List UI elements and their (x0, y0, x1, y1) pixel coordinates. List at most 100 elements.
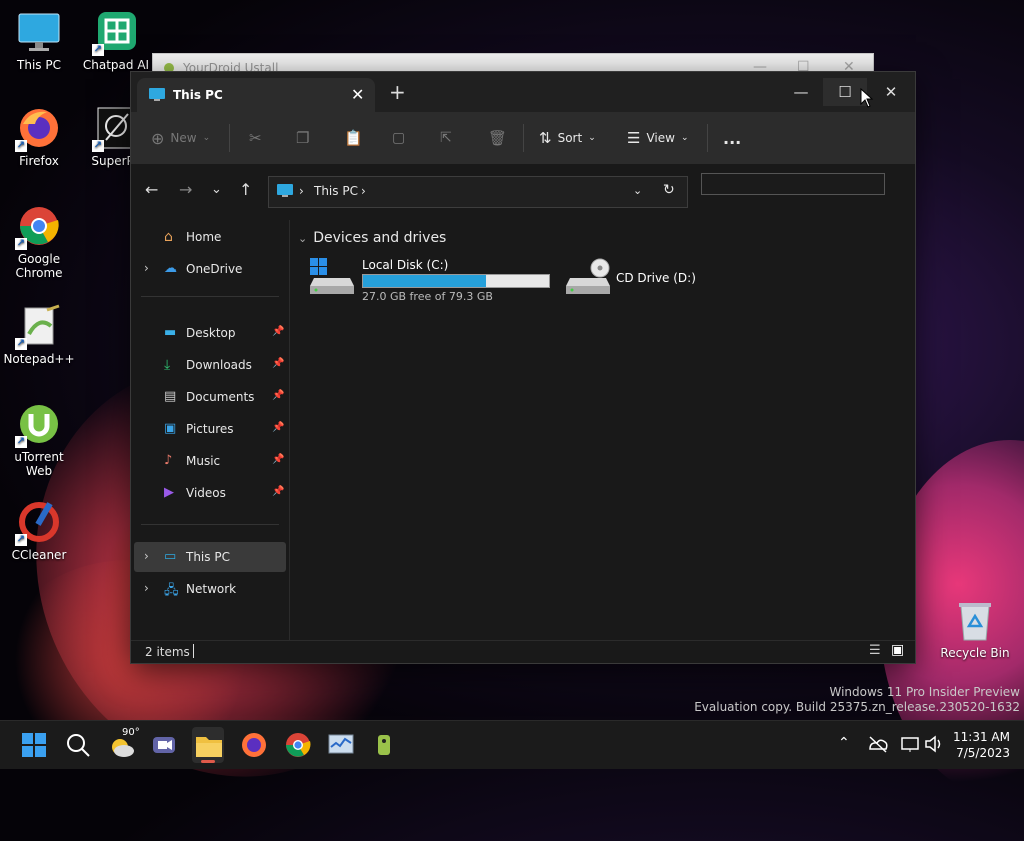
folder-icon (196, 737, 222, 757)
more-options-icon: ... (723, 128, 742, 148)
task-manager-icon[interactable] (327, 731, 355, 759)
desktop-icon-recycle-bin[interactable]: Recycle Bin (937, 598, 1013, 660)
paste-icon[interactable]: 📋 (344, 124, 363, 152)
android-app-icon[interactable] (370, 731, 398, 759)
forward-arrow-icon[interactable]: → (179, 180, 192, 199)
sort-label: Sort (557, 131, 583, 145)
network-icon[interactable] (900, 735, 920, 753)
nav-item-pictures[interactable]: ▣ Pictures 📌 (134, 414, 286, 444)
volume-icon[interactable] (924, 735, 944, 753)
collapse-chevron-icon[interactable]: ⌄ (298, 232, 307, 245)
drive-item-c[interactable]: Local Disk (C:) 27.0 GB free of 79.3 GB (310, 256, 570, 303)
breadcrumb-this-pc[interactable]: This PC (314, 184, 358, 198)
expand-chevron-icon[interactable]: › (144, 581, 149, 595)
monitor-icon (149, 88, 165, 101)
content-pane: ⌄ Devices and drives Local Disk (C:) 27.0… (290, 220, 915, 640)
pin-icon[interactable]: 📌 (272, 358, 284, 369)
document-icon: ▤ (164, 389, 177, 404)
teams-meet-icon[interactable] (150, 731, 178, 759)
hidden-icons-chevron-icon[interactable]: ⌃ (838, 735, 850, 751)
more-options-button[interactable]: ... (723, 124, 741, 152)
item-count: 2 items (145, 645, 190, 659)
close-tab-icon[interactable]: ✕ (351, 85, 364, 104)
tab-label: This PC (173, 88, 223, 102)
breadcrumb-separator-icon[interactable]: › (361, 184, 366, 198)
evaluation-watermark: Windows 11 Pro Insider Preview Evaluatio… (694, 685, 1020, 715)
music-icon: ♪ (164, 453, 173, 468)
search-input[interactable] (701, 173, 885, 195)
expand-chevron-icon[interactable]: › (144, 261, 149, 275)
new-tab-icon[interactable]: + (389, 80, 406, 104)
desktop-icon-chrome[interactable]: ↗ Google Chrome (1, 204, 77, 280)
watermark-line-1: Windows 11 Pro Insider Preview (829, 685, 1020, 699)
nav-item-music[interactable]: ♪ Music 📌 (134, 446, 286, 476)
nav-item-network[interactable]: › 🖧 Network (134, 574, 286, 604)
desktop-icon-chatpad[interactable]: ↗ Chatpad AI (78, 10, 154, 72)
drive-item-d[interactable]: CD Drive (D:) (566, 256, 706, 302)
drive-usage-bar (362, 274, 550, 288)
utorrent-icon: ↗ (15, 402, 61, 448)
nav-item-downloads[interactable]: ⤓ Downloads 📌 (134, 350, 286, 380)
desktop-icon-notepadpp[interactable]: ↗ Notepad++ (1, 304, 77, 366)
address-field[interactable]: › This PC › ⌄ ↻ (268, 176, 688, 208)
nav-item-videos[interactable]: ▶ Videos 📌 (134, 478, 286, 508)
drive-name: CD Drive (D:) (616, 271, 696, 285)
pin-icon[interactable]: 📌 (272, 390, 284, 401)
chrome-icon[interactable] (284, 731, 312, 759)
desktop-icon-utorrent[interactable]: ↗ uTorrent Web (1, 402, 77, 478)
desktop-icon-label: Google Chrome (15, 252, 63, 280)
nav-item-onedrive[interactable]: › ☁ OneDrive (134, 254, 286, 284)
weather-temperature: 90° (122, 727, 140, 738)
taskbar-file-explorer[interactable] (192, 727, 224, 763)
recycle-bin-icon (953, 598, 997, 642)
picture-icon: ▣ (164, 421, 177, 436)
back-arrow-icon[interactable]: ← (145, 180, 158, 199)
drive-name: Local Disk (C:) (362, 258, 449, 272)
share-icon[interactable]: ⇱ (440, 124, 452, 152)
nav-item-this-pc[interactable]: › ▭ This PC (134, 542, 286, 572)
new-button[interactable]: ⊕ New ⌄ (151, 124, 210, 152)
pin-icon[interactable]: 📌 (272, 326, 284, 337)
copy-icon[interactable]: ❐ (296, 124, 309, 152)
nav-item-home[interactable]: ⌂ Home (134, 222, 286, 252)
ccleaner-icon: ↗ (15, 500, 61, 546)
address-bar-row: ← → ⌄ ↑ › This PC › ⌄ ↻ (131, 164, 915, 220)
search-icon[interactable] (64, 731, 92, 759)
desktop-icon-firefox[interactable]: ↗ Firefox (1, 106, 77, 168)
onedrive-offline-icon[interactable] (868, 735, 888, 753)
cd-drive-icon (566, 258, 610, 294)
address-dropdown-icon[interactable]: ⌄ (633, 184, 642, 197)
breadcrumb-separator-icon: › (299, 184, 304, 198)
tiles-view-icon[interactable]: ▣ (891, 642, 904, 658)
windows-start-icon[interactable] (20, 731, 48, 759)
nav-item-desktop[interactable]: ▬ Desktop 📌 (134, 318, 286, 348)
expand-chevron-icon[interactable]: › (144, 549, 149, 563)
weather-widget[interactable]: 90° (108, 727, 140, 759)
sort-button[interactable]: ⇅ Sort ⌄ (539, 124, 596, 152)
home-icon: ⌂ (164, 229, 173, 245)
cloud-icon: ☁ (164, 261, 177, 276)
recent-locations-chevron-icon[interactable]: ⌄ (211, 182, 222, 197)
firefox-icon[interactable] (240, 731, 268, 759)
pin-icon[interactable]: 📌 (272, 486, 284, 497)
details-view-icon[interactable]: ☰ (869, 643, 881, 658)
rename-icon[interactable]: ▢ (392, 124, 405, 152)
pin-icon[interactable]: 📌 (272, 422, 284, 433)
close-button[interactable]: ✕ (869, 78, 913, 106)
tab-this-pc[interactable]: This PC ✕ (137, 78, 375, 112)
pin-icon[interactable]: 📌 (272, 454, 284, 465)
delete-icon[interactable]: 🗑 (488, 124, 507, 152)
desktop-icon-ccleaner[interactable]: ↗ CCleaner (1, 500, 77, 562)
view-button[interactable]: ☰ View ⌄ (627, 124, 688, 152)
desktop-icon-this-pc[interactable]: This PC (1, 10, 77, 72)
refresh-icon[interactable]: ↻ (663, 182, 675, 198)
desktop-icon-label: Chatpad AI (82, 58, 150, 72)
up-arrow-icon[interactable]: ↑ (239, 180, 252, 199)
network-icon: 🖧 (164, 583, 179, 598)
shortcut-arrow-icon: ↗ (15, 238, 27, 250)
section-header-devices[interactable]: ⌄ Devices and drives (298, 230, 446, 246)
system-clock[interactable]: 11:31 AM 7/5/2023 (953, 729, 1010, 761)
cut-icon[interactable]: ✂ (249, 124, 262, 152)
nav-item-documents[interactable]: ▤ Documents 📌 (134, 382, 286, 412)
minimize-button[interactable]: — (779, 78, 823, 106)
